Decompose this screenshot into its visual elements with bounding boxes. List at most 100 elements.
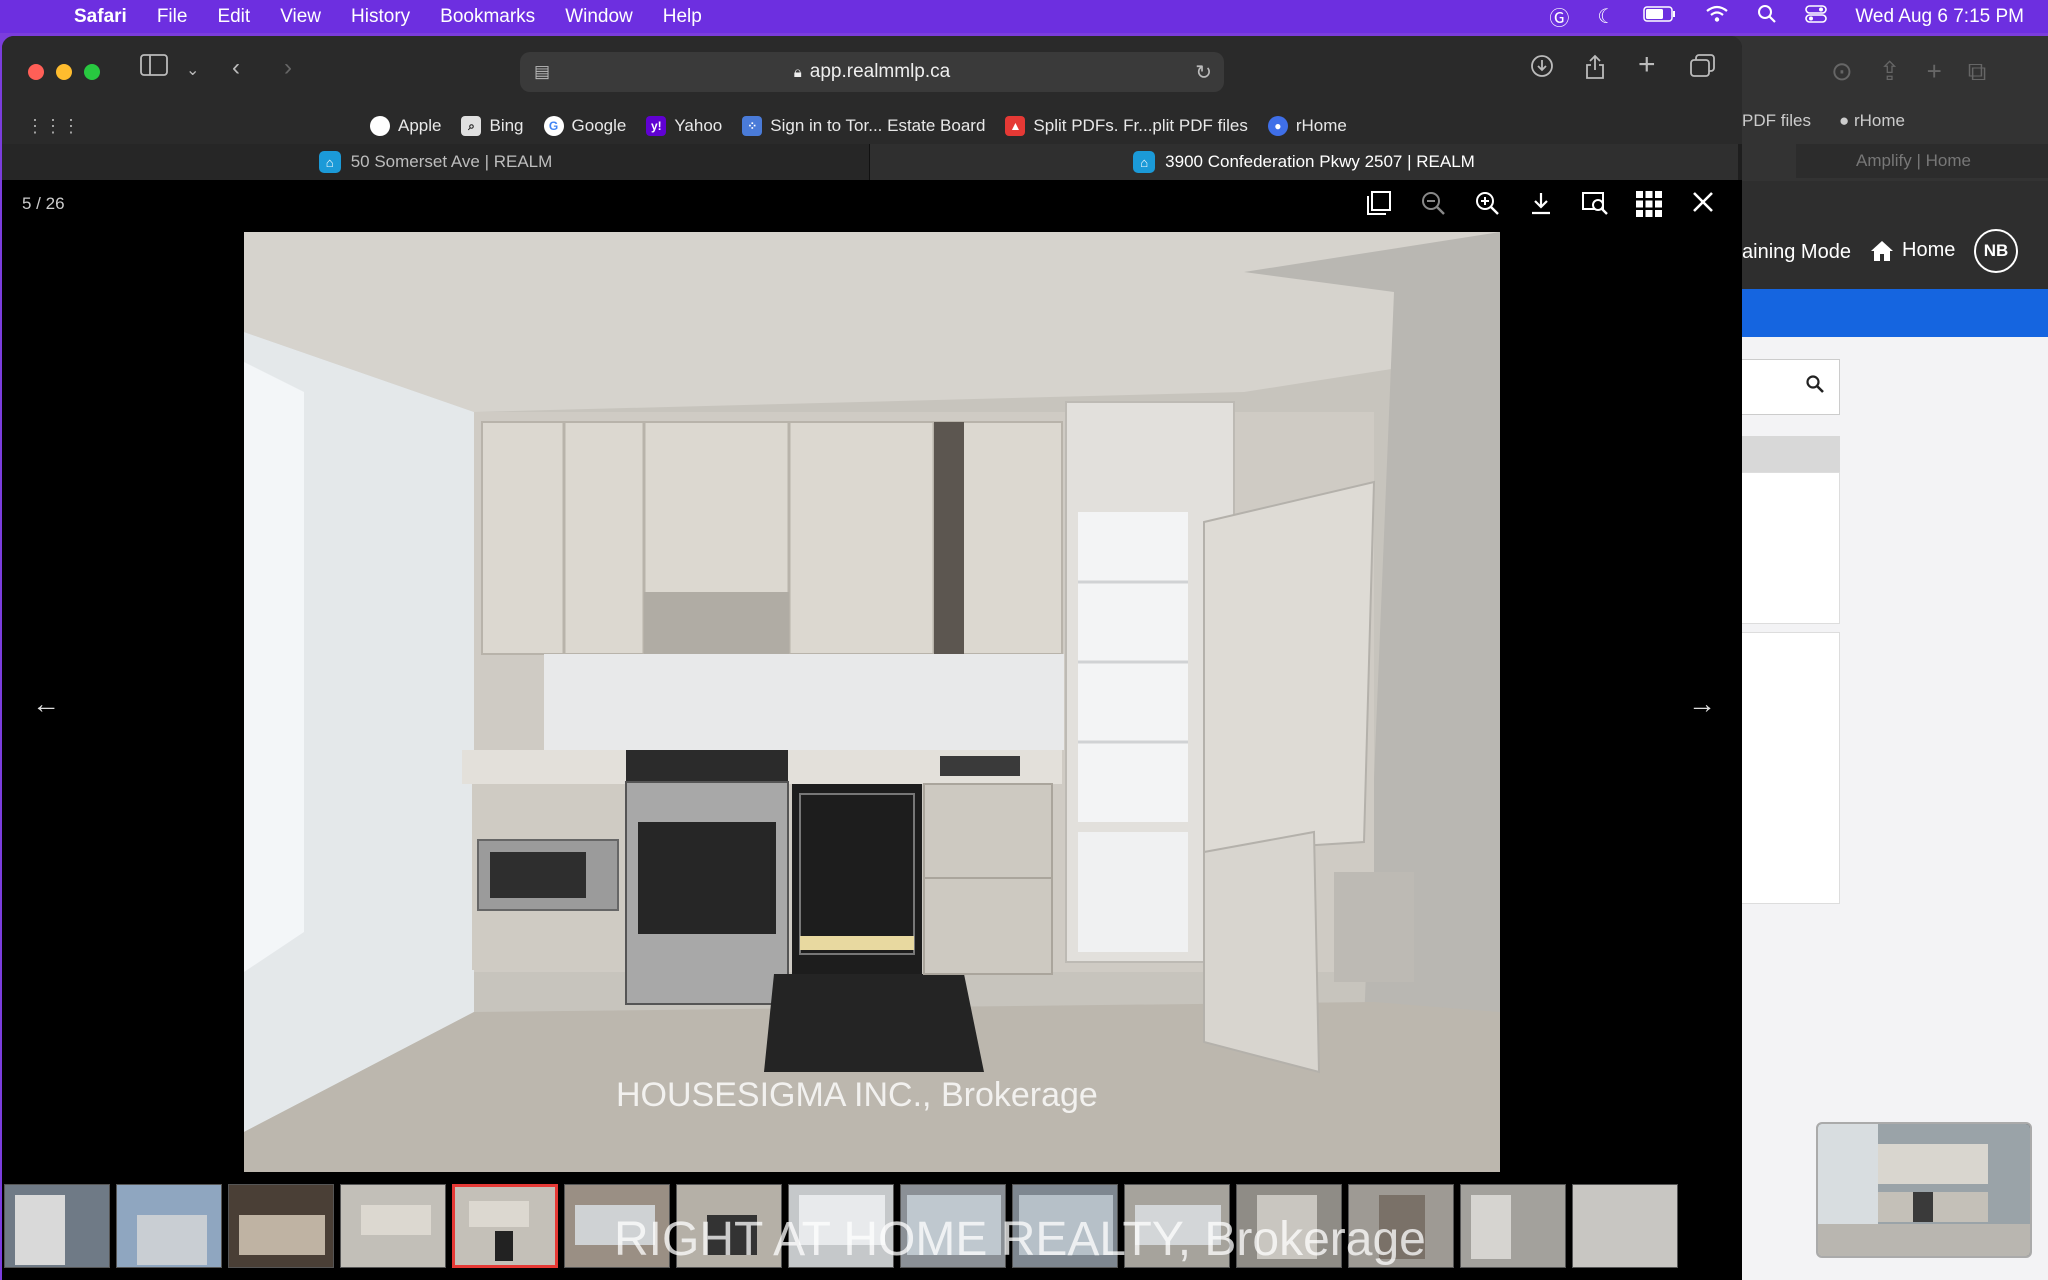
share-icon[interactable] (1584, 54, 1606, 87)
apps-grid-icon[interactable]: ⋮⋮⋮ (26, 116, 80, 137)
bookmark-label: Bing (489, 116, 524, 135)
bookmark-yahoo[interactable]: y! Yahoo (646, 116, 722, 136)
bookmark-label: Split PDFs. Fr...plit PDF files (1033, 116, 1248, 135)
thumbnail-grid-icon[interactable] (1634, 190, 1664, 225)
apple-icon (370, 116, 390, 136)
tab-overview-icon[interactable]: ⧉ (1968, 56, 1987, 88)
thumbnail[interactable] (340, 1184, 446, 1268)
bookmark-treb[interactable]: ⁘ Sign in to Tor... Estate Board (742, 116, 985, 136)
reader-icon[interactable]: ▤ (534, 62, 550, 82)
url-text: app.realmmlp.ca (809, 61, 951, 82)
listing-photo (244, 232, 1500, 1172)
watermark-housesigma: HOUSESIGMA INC., Brokerage (616, 1076, 1098, 1114)
downloads-icon[interactable] (1530, 54, 1554, 85)
thumbnail[interactable] (1572, 1184, 1678, 1268)
share-icon[interactable]: ⇪ (1879, 56, 1901, 88)
bookmark-rhome[interactable]: ● rHome (1839, 111, 1905, 131)
menu-bookmarks[interactable]: Bookmarks (440, 6, 535, 28)
bookmark-split-pdf[interactable]: ▲ Split PDFs. Fr...plit PDF files (1005, 116, 1248, 136)
tab-title: 50 Somerset Ave | REALM (350, 152, 553, 171)
bookmark-label: Apple (398, 116, 442, 135)
focus-moon-icon[interactable]: ☾ (1597, 4, 1615, 29)
tab-amplify-home[interactable]: Amplify | Home (1796, 144, 2048, 178)
sidebar-toggle-icon[interactable] (140, 54, 168, 83)
bookmark-bing[interactable]: ⌕ Bing (461, 116, 524, 136)
reload-icon[interactable]: ↻ (1195, 60, 1212, 85)
home-link-label: Home (1902, 239, 1956, 261)
safari-window: ⌄ ‹ › ▤ 🔒︎ app.realmmlp.ca ↻ + ⋮⋮⋮ Apple… (2, 36, 1742, 1280)
menu-view[interactable]: View (280, 6, 321, 28)
bookmark-list: Apple ⌕ Bing G Google y! Yahoo ⁘ Sign in to … (370, 116, 1347, 136)
user-avatar[interactable]: NB (1974, 229, 2018, 273)
menu-safari[interactable]: Safari (74, 6, 127, 28)
photo-lightbox: 5 / 26 ← → HOUSESIGMA INC., Brokerage RI… (2, 180, 1742, 1280)
tab-3900-confederation[interactable]: ⌂ 3900 Confederation Pkwy 2507 | REALM (870, 144, 1738, 180)
thumbnail[interactable] (1460, 1184, 1566, 1268)
wifi-icon[interactable] (1705, 5, 1729, 29)
bookmark-label: Yahoo (674, 116, 723, 135)
treb-icon: ⁘ (742, 116, 763, 136)
menu-window[interactable]: Window (565, 6, 633, 28)
chevron-down-icon[interactable]: ⌄ (186, 60, 199, 80)
menu-history[interactable]: History (351, 6, 410, 28)
thumbnail-active[interactable] (452, 1184, 558, 1268)
menu-file[interactable]: File (157, 6, 188, 28)
download-icon[interactable]: ⊙ (1831, 56, 1853, 88)
bookmark-apple[interactable]: Apple (370, 116, 441, 136)
spotlight-search-icon[interactable] (1757, 4, 1777, 30)
bookmark-google[interactable]: G Google (543, 116, 627, 136)
menubar-clock[interactable]: Wed Aug 6 7:15 PM (1855, 6, 2024, 28)
image-search-icon[interactable] (1580, 190, 1610, 225)
tab-50-somerset[interactable]: ⌂ 50 Somerset Ave | REALM (2, 144, 870, 180)
thumbnail[interactable] (228, 1184, 334, 1268)
back-button-icon[interactable]: ‹ (232, 54, 240, 82)
bookmark-label: Google (571, 116, 627, 135)
zoom-window-button[interactable] (84, 64, 100, 80)
thumbnail[interactable] (4, 1184, 110, 1268)
minimize-window-button[interactable] (56, 64, 72, 80)
rhome-icon: ● (1267, 116, 1288, 136)
realm-favicon-icon: ⌂ (318, 151, 341, 173)
bookmark-rhome[interactable]: ● rHome (1267, 116, 1347, 136)
close-icon[interactable] (1688, 190, 1718, 225)
menu-edit[interactable]: Edit (217, 6, 250, 28)
background-window-chrome: ⊙ ⇪ + ⧉ PDF files ● rHome Amplify | Home (1706, 36, 2048, 181)
battery-icon[interactable] (1643, 5, 1677, 28)
blue-nav-bar (1706, 289, 2048, 337)
listing-photo-preview[interactable] (1816, 1122, 2032, 1258)
forward-button-icon[interactable]: › (284, 54, 292, 82)
search-icon[interactable] (1805, 374, 1825, 400)
tab-bar: ⌂ 50 Somerset Ave | REALM ⌂ 3900 Confede… (2, 144, 1742, 180)
window-controls (28, 64, 100, 80)
tab-title: 3900 Confederation Pkwy 2507 | REALM (1165, 152, 1475, 171)
macos-menubar: Safari File Edit View History Bookmarks … (0, 0, 2048, 33)
new-tab-icon[interactable]: + (1927, 56, 1942, 88)
menu-help[interactable]: Help (663, 6, 702, 28)
zoom-in-icon[interactable] (1472, 190, 1502, 225)
training-mode-label[interactable]: aining Mode (1742, 241, 1851, 264)
new-tab-icon[interactable]: + (1638, 48, 1656, 82)
app-header: aining Mode Home NB (1706, 181, 2048, 289)
background-toolbar-icons: ⊙ ⇪ + ⧉ (1831, 56, 1986, 88)
control-center-icon[interactable] (1805, 4, 1828, 30)
close-window-button[interactable] (28, 64, 44, 80)
zoom-out-icon[interactable] (1418, 190, 1448, 225)
previous-photo-arrow-icon[interactable]: ← (32, 688, 60, 720)
watermark-right-at-home: RIGHT AT HOME REALTY, Brokerage (614, 1213, 1426, 1266)
home-link[interactable]: Home (1870, 239, 1955, 262)
bookmark-label: Sign in to Tor... Estate Board (770, 116, 986, 135)
google-icon: G (543, 116, 564, 136)
thumbnail[interactable] (116, 1184, 222, 1268)
grammarly-icon[interactable]: Ⓖ (1549, 2, 1569, 31)
bookmark-pdf-files[interactable]: PDF files (1742, 111, 1811, 131)
background-browser-window: ⊙ ⇪ + ⧉ PDF files ● rHome Amplify | Home… (1706, 36, 2048, 1280)
address-bar[interactable]: ▤ 🔒︎ app.realmmlp.ca ↻ (520, 52, 1224, 92)
tab-amplify-label: Amplify | Home (1856, 151, 1971, 170)
next-photo-arrow-icon[interactable]: → (1688, 688, 1716, 720)
download-icon[interactable] (1526, 190, 1556, 225)
tab-overview-icon[interactable] (1690, 54, 1716, 85)
bing-icon: ⌕ (461, 116, 482, 136)
fullscreen-icon[interactable] (1364, 190, 1394, 225)
photo-counter: 5 / 26 (22, 194, 65, 213)
safari-toolbar: ⌄ ‹ › ▤ 🔒︎ app.realmmlp.ca ↻ + (2, 36, 1742, 108)
